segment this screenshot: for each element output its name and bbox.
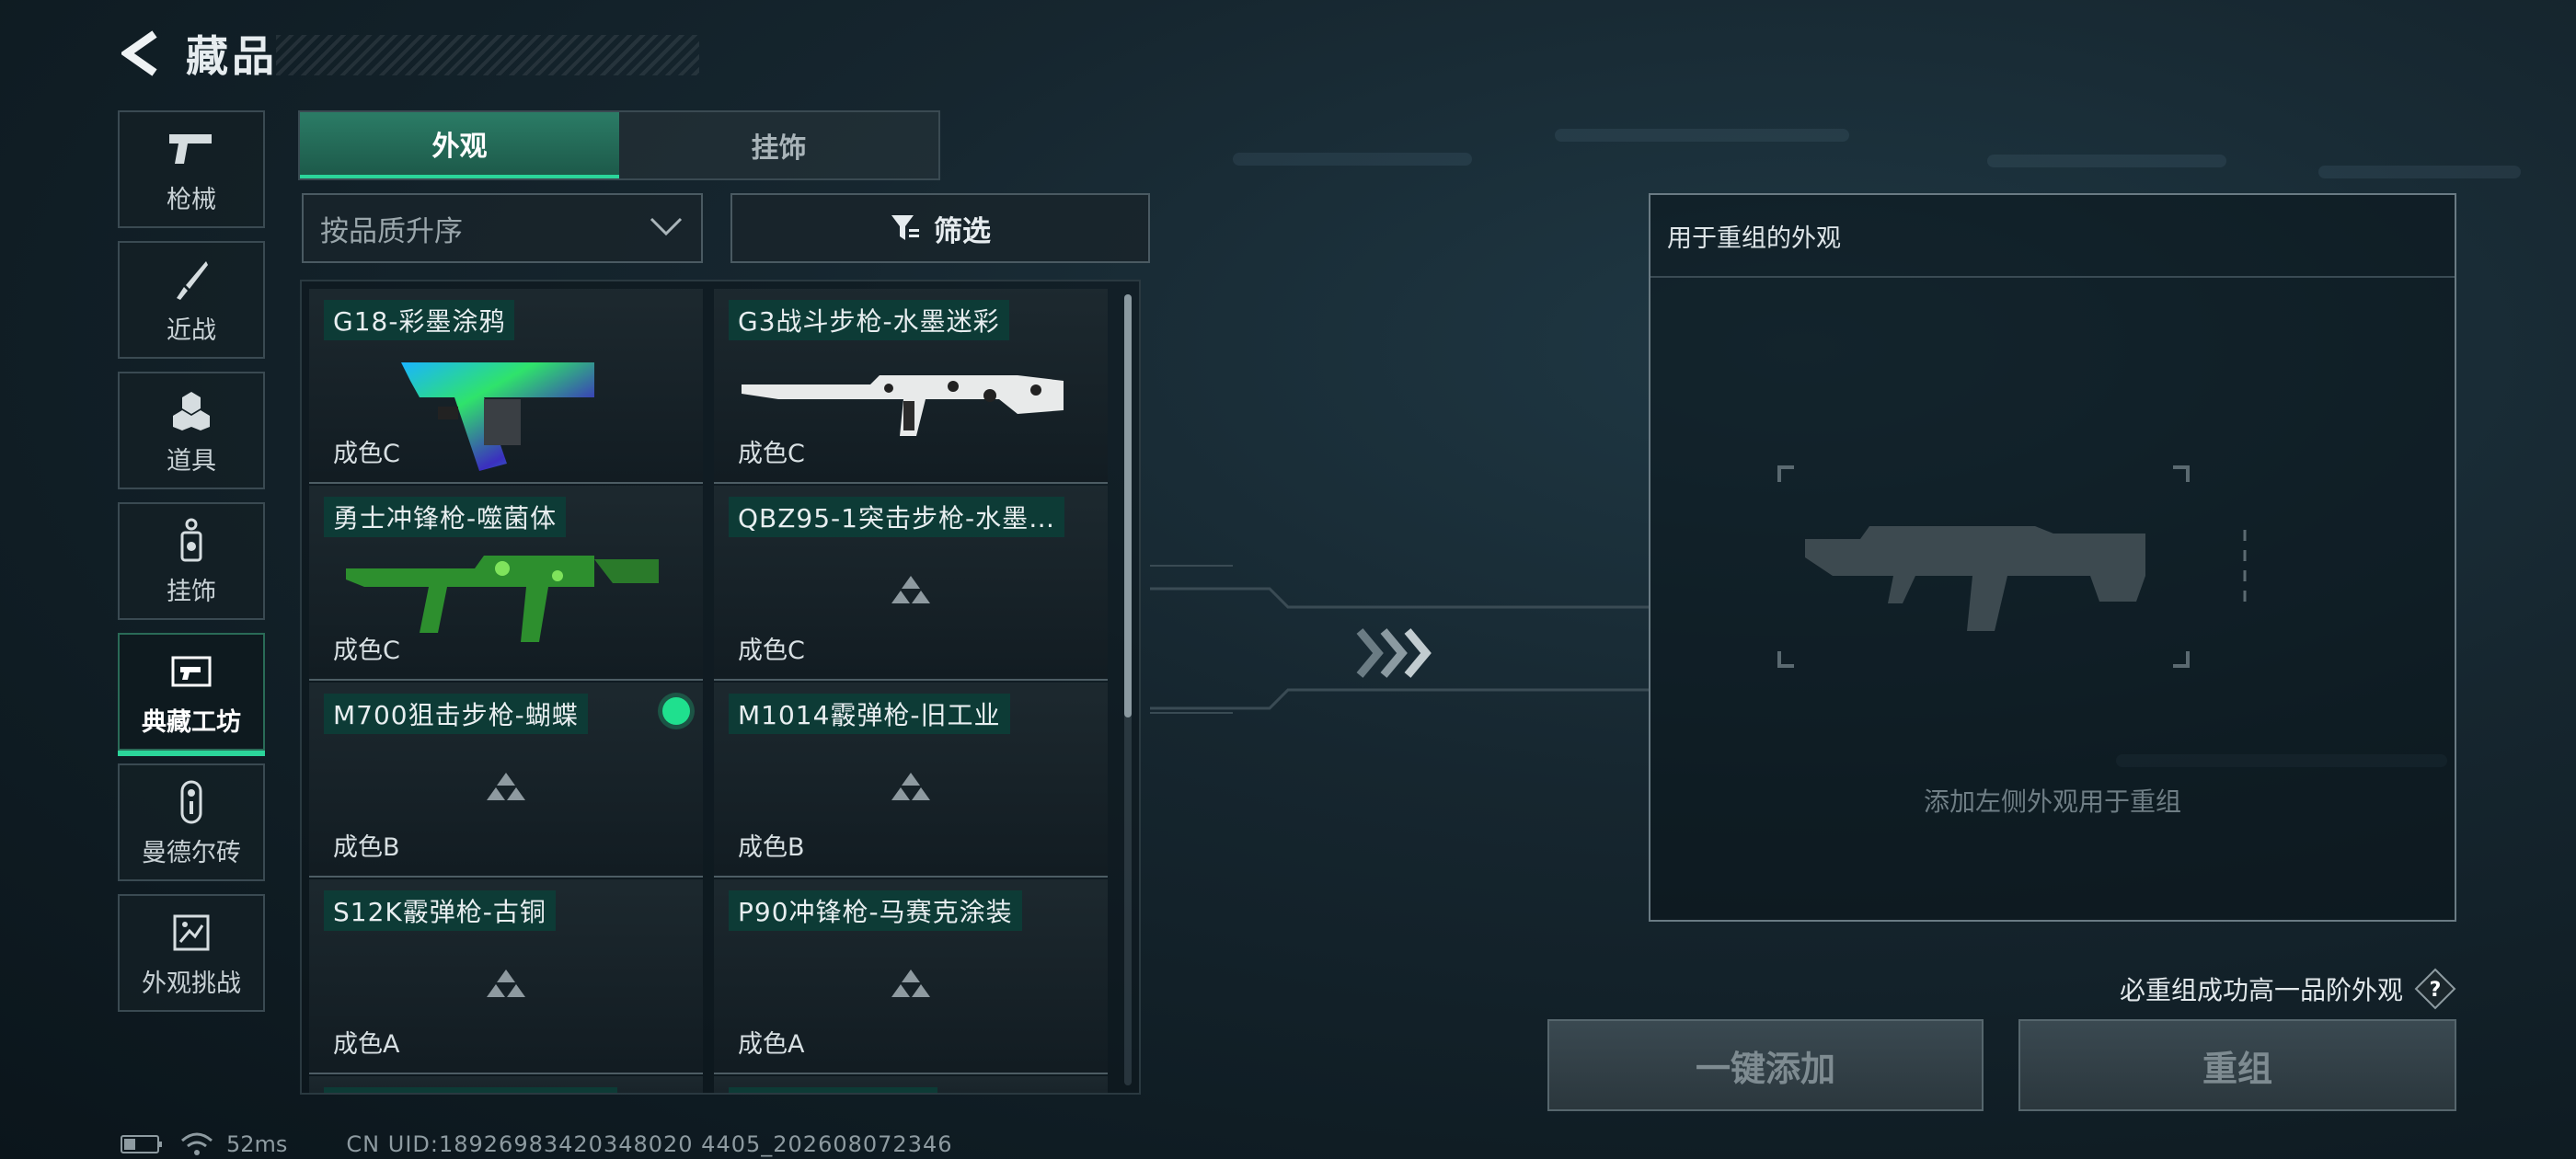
items-icon xyxy=(164,385,219,435)
background-streak xyxy=(1987,155,2226,167)
placeholder-icon xyxy=(487,773,525,800)
tab-bar: 外观 挂饰 xyxy=(298,110,940,180)
selected-indicator xyxy=(662,697,690,725)
ping-value: 52ms xyxy=(226,1131,288,1157)
sidebar-item-charms[interactable]: 挂饰 xyxy=(118,502,265,620)
grid-scrollbar[interactable] xyxy=(1124,294,1132,1085)
skin-name: G18-彩墨涂鸦 xyxy=(324,300,515,340)
skin-card[interactable]: M1014霰弹枪-旧工业 成色B xyxy=(714,683,1108,878)
skin-name: P90冲锋枪-马赛克涂装 xyxy=(324,1087,617,1093)
charm-icon xyxy=(164,516,219,566)
sidebar-item-label: 挂饰 xyxy=(167,577,216,606)
sidebar-item-label: 枪械 xyxy=(167,185,216,214)
status-bar: 52ms CN UID:18926983420348020 4405_20260… xyxy=(120,1131,953,1157)
brick-icon xyxy=(164,777,219,827)
background-streak xyxy=(1233,153,1472,166)
sidebar-item-melee[interactable]: 近战 xyxy=(118,241,265,359)
placeholder-icon xyxy=(487,970,525,997)
filter-label: 筛选 xyxy=(934,214,991,248)
sidebar-item-label: 外观挑战 xyxy=(142,969,241,998)
skin-grid[interactable]: G18-彩墨涂鸦 成色C G3战斗步枪-水墨迷彩 成色C 勇士冲锋枪-噬菌体 成… xyxy=(300,280,1141,1095)
header: 藏品 xyxy=(120,24,699,83)
skin-card[interactable]: G18-彩墨涂鸦 成色C xyxy=(309,289,703,484)
sidebar-item-label: 道具 xyxy=(167,446,216,476)
skin-card[interactable]: M700狙击步枪-蝴蝶 成色B xyxy=(309,683,703,878)
skin-card[interactable]: P90冲锋枪-马赛克涂装 xyxy=(309,1076,703,1093)
placeholder-icon xyxy=(891,773,930,800)
user-uid: CN UID:18926983420348020 4405_2026080723… xyxy=(346,1131,953,1157)
battery-icon xyxy=(121,1135,162,1153)
filter-button[interactable]: 筛选 xyxy=(730,193,1150,263)
scrollbar-thumb[interactable] xyxy=(1124,294,1132,717)
svg-text:?: ? xyxy=(2430,979,2442,1002)
skin-card[interactable]: 勇士冲锋枪-噬菌体 成色C xyxy=(309,486,703,681)
tab-charms[interactable]: 挂饰 xyxy=(619,112,938,178)
sort-dropdown[interactable]: 按品质升序 xyxy=(302,193,703,263)
skin-name: M700狙击步枪-蝴蝶 xyxy=(324,694,588,734)
regroup-panel: 用于重组的外观 添加左侧外观用于重组 xyxy=(1649,193,2456,922)
sidebar-item-label: 曼德尔砖 xyxy=(142,838,241,867)
skin-grade: 成色C xyxy=(738,440,805,468)
sidebar-item-guns[interactable]: 枪械 xyxy=(118,110,265,228)
sidebar-item-workshop[interactable]: 典藏工坊 xyxy=(118,633,265,756)
skin-grade: 成色C xyxy=(333,637,400,665)
skin-card[interactable]: QBZ95-1突击步枪-水墨… 成色C xyxy=(714,486,1108,681)
skin-name: S12K霰弹枪-古铜 xyxy=(324,890,556,931)
drop-zone-hint: 添加左侧外观用于重组 xyxy=(1923,786,2181,817)
sidebar-item-label: 典藏工坊 xyxy=(142,707,241,737)
quick-add-button[interactable]: 一键添加 xyxy=(1547,1019,1984,1111)
title-decoration xyxy=(276,35,699,75)
skin-grade: 成色B xyxy=(333,833,400,862)
regroup-drop-zone[interactable]: 添加左侧外观用于重组 xyxy=(1650,278,2455,922)
wifi-icon xyxy=(181,1132,213,1155)
workshop-icon xyxy=(164,647,219,696)
chevrons-right-icon xyxy=(1356,628,1432,678)
skin-name: 勇士冲锋枪-噬菌体 xyxy=(324,497,567,537)
skin-name: P90冲锋枪-马赛克涂装 xyxy=(729,890,1022,931)
sidebar-item-mandel-brick[interactable]: 曼德尔砖 xyxy=(118,763,265,881)
background-streak xyxy=(1555,129,1849,142)
sidebar-item-label: 近战 xyxy=(167,316,216,345)
pistol-icon xyxy=(164,124,219,174)
skin-card[interactable]: UZI冲锋枪-旧梦 xyxy=(714,1076,1108,1093)
chevron-down-icon xyxy=(648,212,684,245)
rifle-silhouette-icon xyxy=(1777,465,2247,668)
skin-name: UZI冲锋枪-旧梦 xyxy=(729,1087,937,1093)
sidebar-item-challenge[interactable]: 外观挑战 xyxy=(118,894,265,1012)
sidebar-item-items[interactable]: 道具 xyxy=(118,372,265,489)
skin-name: QBZ95-1突击步枪-水墨… xyxy=(729,497,1065,537)
challenge-icon xyxy=(164,908,219,958)
tab-appearance[interactable]: 外观 xyxy=(300,112,619,178)
skin-card[interactable]: S12K霰弹枪-古铜 成色A xyxy=(309,879,703,1074)
skin-grade: 成色B xyxy=(738,833,805,862)
skin-card[interactable]: G3战斗步枪-水墨迷彩 成色C xyxy=(714,289,1108,484)
panel-title: 用于重组的外观 xyxy=(1650,195,2455,278)
sort-value: 按品质升序 xyxy=(320,214,463,248)
skin-grade: 成色A xyxy=(333,1030,400,1059)
page-title: 藏品 xyxy=(186,31,278,81)
skin-grade: 成色C xyxy=(333,440,400,468)
filter-icon xyxy=(891,215,919,240)
skin-grade: 成色C xyxy=(738,637,805,665)
guarantee-text: 必重组成功高一品阶外观 xyxy=(2119,975,2403,1005)
guarantee-note: 必重组成功高一品阶外观 ? xyxy=(2120,968,2456,1010)
background-streak xyxy=(2318,166,2521,178)
skin-card[interactable]: P90冲锋枪-马赛克涂装 成色A xyxy=(714,879,1108,1074)
placeholder-icon xyxy=(891,970,930,997)
help-icon[interactable]: ? xyxy=(2414,968,2456,1010)
back-arrow-icon[interactable] xyxy=(120,28,166,79)
skin-name: M1014霰弹枪-旧工业 xyxy=(729,694,1010,734)
sidebar: 枪械 近战 道具 挂饰 典藏工坊 曼德尔砖 外观挑战 xyxy=(118,110,267,1025)
knife-icon xyxy=(164,255,219,304)
regroup-button[interactable]: 重组 xyxy=(2018,1019,2456,1111)
placeholder-icon xyxy=(891,576,930,603)
skin-name: G3战斗步枪-水墨迷彩 xyxy=(729,300,1009,340)
skin-grade: 成色A xyxy=(738,1030,805,1059)
